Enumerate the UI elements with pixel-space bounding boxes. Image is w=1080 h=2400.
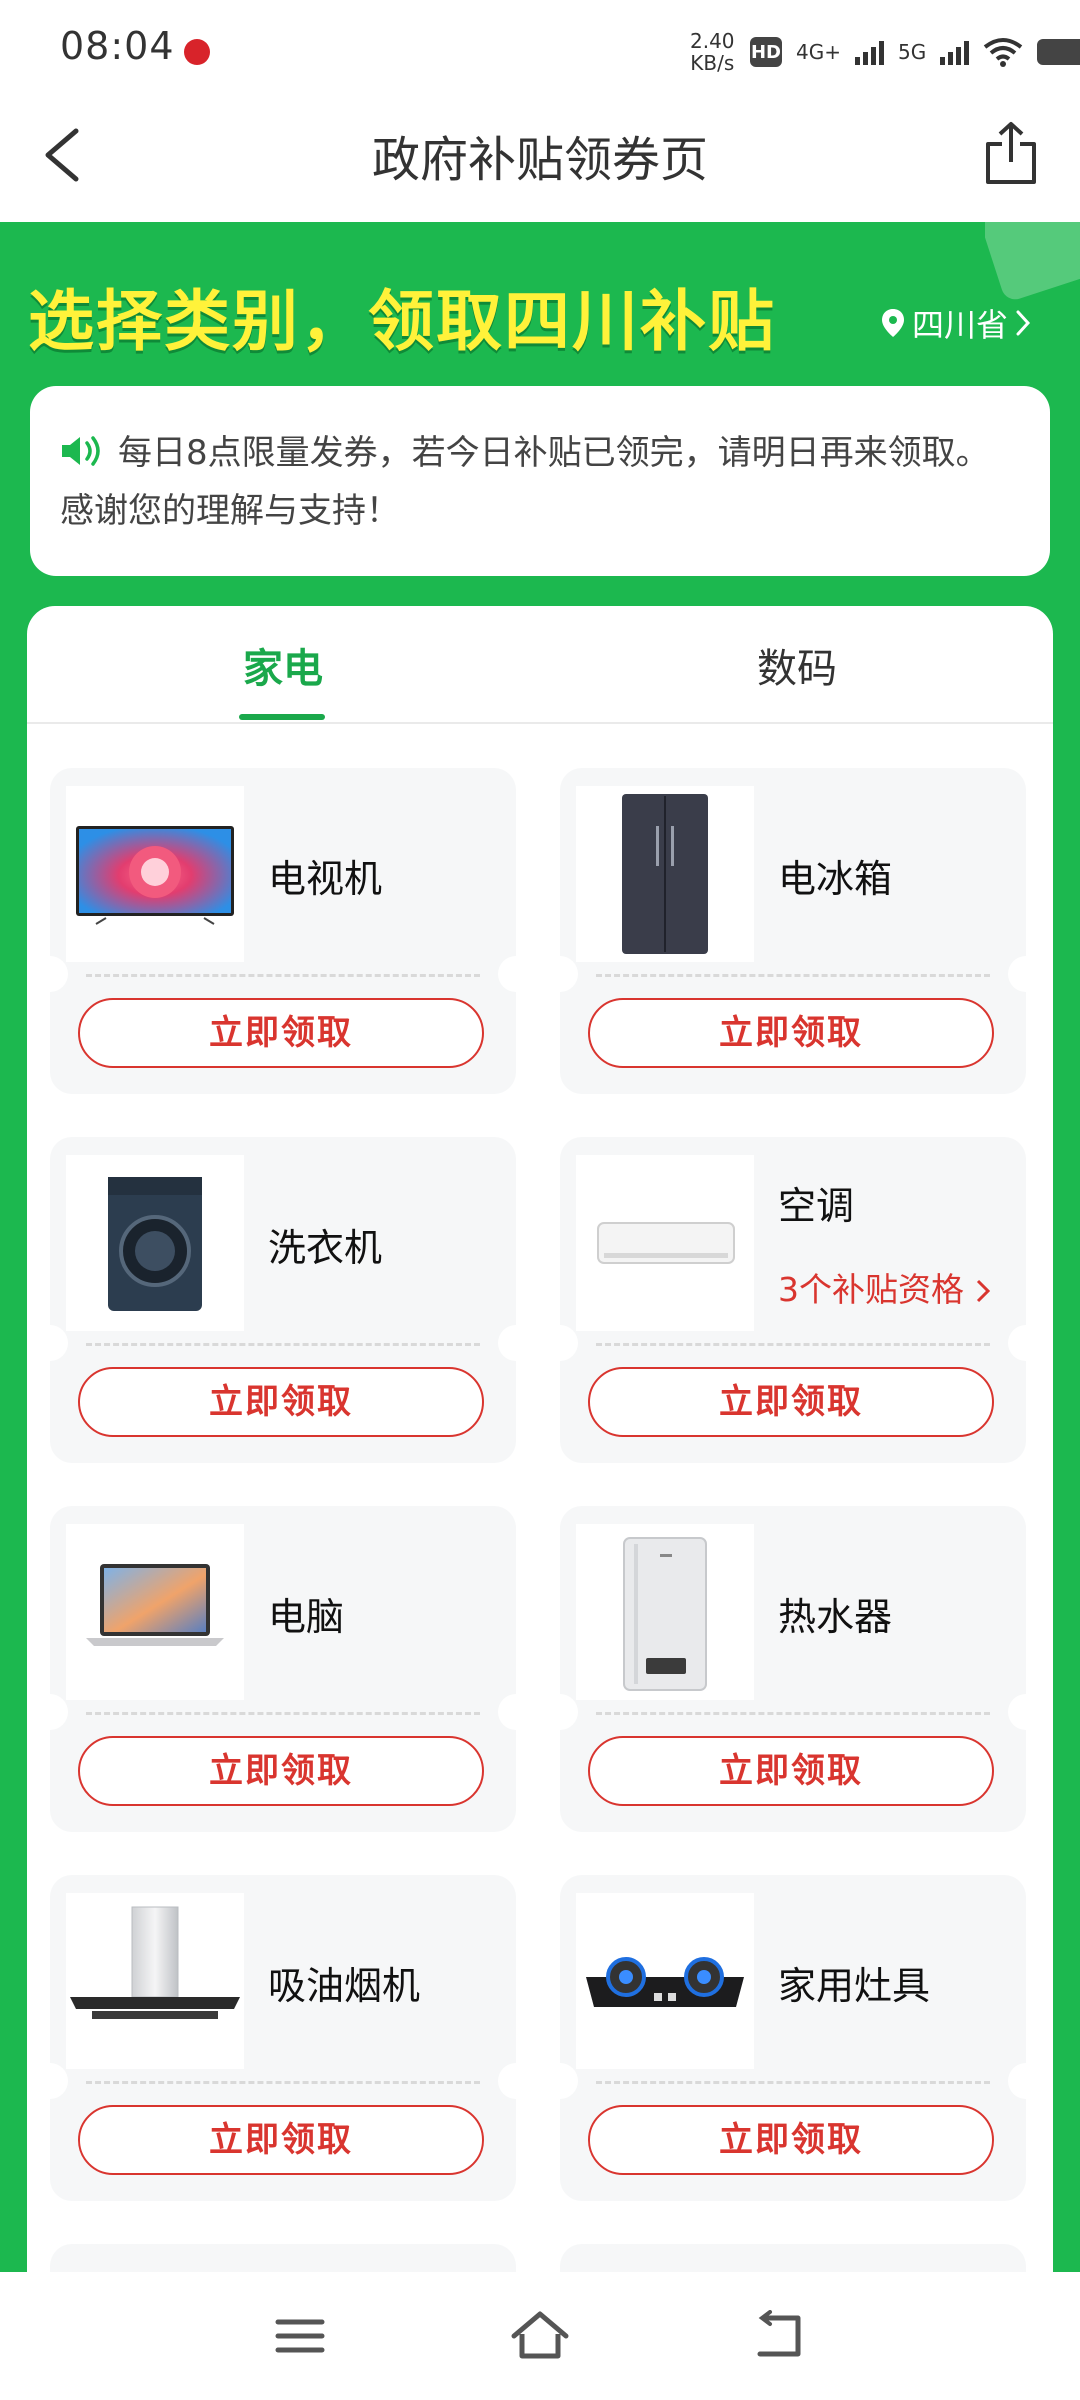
tab-digital[interactable]: 数码 bbox=[547, 636, 1047, 694]
coupon-notch bbox=[1008, 2063, 1026, 2099]
coupon-divider bbox=[86, 2081, 480, 2084]
menu-icon[interactable] bbox=[270, 2310, 330, 2362]
product-card-tv[interactable]: 电视机 立即领取 bbox=[50, 768, 516, 1094]
share-icon[interactable] bbox=[980, 120, 1042, 188]
coupon-divider bbox=[86, 974, 480, 977]
coupon-notch bbox=[1008, 956, 1026, 992]
coupon-decoration-icon bbox=[985, 222, 1080, 300]
water-heater-image bbox=[576, 1524, 754, 1700]
coupon-divider bbox=[596, 974, 990, 977]
coupon-notch bbox=[498, 2063, 516, 2099]
product-card-range-hood[interactable]: 吸油烟机 立即领取 bbox=[50, 1875, 516, 2201]
banner-headline: 选择类别，领取四川补贴 bbox=[28, 283, 776, 360]
signal-icon bbox=[854, 39, 884, 65]
coupon-divider bbox=[596, 2081, 990, 2084]
claim-button-gas-stove[interactable]: 立即领取 bbox=[588, 2105, 994, 2175]
product-name: 电视机 bbox=[268, 857, 383, 901]
battery-icon bbox=[1037, 39, 1080, 65]
product-card-gas-stove[interactable]: 家用灶具 立即领取 bbox=[560, 1875, 1026, 2201]
range-hood-image bbox=[66, 1893, 244, 2069]
sim2-label: 5G bbox=[897, 40, 927, 64]
claim-button-fridge[interactable]: 立即领取 bbox=[588, 998, 994, 1068]
coupon-divider bbox=[596, 1712, 990, 1715]
chevron-right-icon bbox=[976, 1279, 990, 1303]
claim-button-range-hood[interactable]: 立即领取 bbox=[78, 2105, 484, 2175]
location-selector[interactable]: 四川省 bbox=[880, 300, 1032, 346]
product-name: 吸油烟机 bbox=[268, 1964, 421, 2008]
home-icon[interactable] bbox=[510, 2310, 570, 2362]
location-label: 四川省 bbox=[912, 306, 1009, 344]
claim-button-washer[interactable]: 立即领取 bbox=[78, 1367, 484, 1437]
active-tab-indicator bbox=[239, 714, 325, 720]
coupon-divider bbox=[596, 1343, 990, 1346]
product-name: 热水器 bbox=[778, 1595, 893, 1639]
product-card-water-heater[interactable]: 热水器 立即领取 bbox=[560, 1506, 1026, 1832]
product-name: 电脑 bbox=[268, 1595, 345, 1639]
product-card-computer[interactable]: 电脑 立即领取 bbox=[50, 1506, 516, 1832]
chevron-right-icon bbox=[1016, 310, 1031, 336]
product-name: 空调 bbox=[778, 1184, 855, 1228]
coupon-notch bbox=[498, 1325, 516, 1361]
wifi-icon bbox=[983, 38, 1023, 67]
product-name: 家用灶具 bbox=[778, 1964, 931, 2008]
tv-image bbox=[66, 786, 244, 962]
signal-icon bbox=[940, 39, 970, 65]
gas-stove-image bbox=[576, 1893, 754, 2069]
product-name: 洗衣机 bbox=[268, 1226, 383, 1270]
subsidy-quota-link[interactable]: 3个补贴资格 bbox=[778, 1263, 991, 1311]
app-notification-icon bbox=[184, 39, 210, 65]
page-title: 政府补贴领券页 bbox=[371, 132, 708, 188]
back-nav-icon[interactable] bbox=[750, 2310, 810, 2362]
claim-button-tv[interactable]: 立即领取 bbox=[78, 998, 484, 1068]
coupon-notch bbox=[1008, 1694, 1026, 1730]
tab-divider bbox=[27, 722, 1053, 724]
coupon-divider bbox=[86, 1712, 480, 1715]
coupon-notch bbox=[498, 1694, 516, 1730]
claim-button-ac[interactable]: 立即领取 bbox=[588, 1367, 994, 1437]
status-icons: HD 4G+ 5G bbox=[750, 34, 1080, 70]
hd-icon: HD bbox=[750, 37, 782, 67]
tab-home-appliances[interactable]: 家电 bbox=[33, 636, 533, 694]
air-conditioner-image bbox=[576, 1155, 754, 1331]
coupon-notch bbox=[498, 956, 516, 992]
fridge-image bbox=[576, 786, 754, 962]
location-pin-icon bbox=[882, 309, 904, 337]
network-speed: 2.40 KB/s bbox=[690, 29, 735, 75]
claim-button-computer[interactable]: 立即领取 bbox=[78, 1736, 484, 1806]
product-card-ac[interactable]: 空调 3个补贴资格 立即领取 bbox=[560, 1137, 1026, 1463]
product-card-washer[interactable]: 洗衣机 立即领取 bbox=[50, 1137, 516, 1463]
laptop-image bbox=[66, 1524, 244, 1700]
coupon-notch bbox=[1008, 1325, 1026, 1361]
status-time: 08:04 bbox=[60, 24, 175, 68]
coupon-divider bbox=[86, 1343, 480, 1346]
sim1-label: 4G+ bbox=[796, 40, 841, 64]
washer-image bbox=[66, 1155, 244, 1331]
speaker-icon bbox=[62, 436, 100, 466]
product-name: 电冰箱 bbox=[778, 857, 893, 901]
claim-button-water-heater[interactable]: 立即领取 bbox=[588, 1736, 994, 1806]
product-card-fridge[interactable]: 电冰箱 立即领取 bbox=[560, 768, 1026, 1094]
notice-message: 每日8点限量发券，若今日补贴已领完，请明日再来领取。感谢您的理解与支持！ bbox=[60, 433, 990, 531]
